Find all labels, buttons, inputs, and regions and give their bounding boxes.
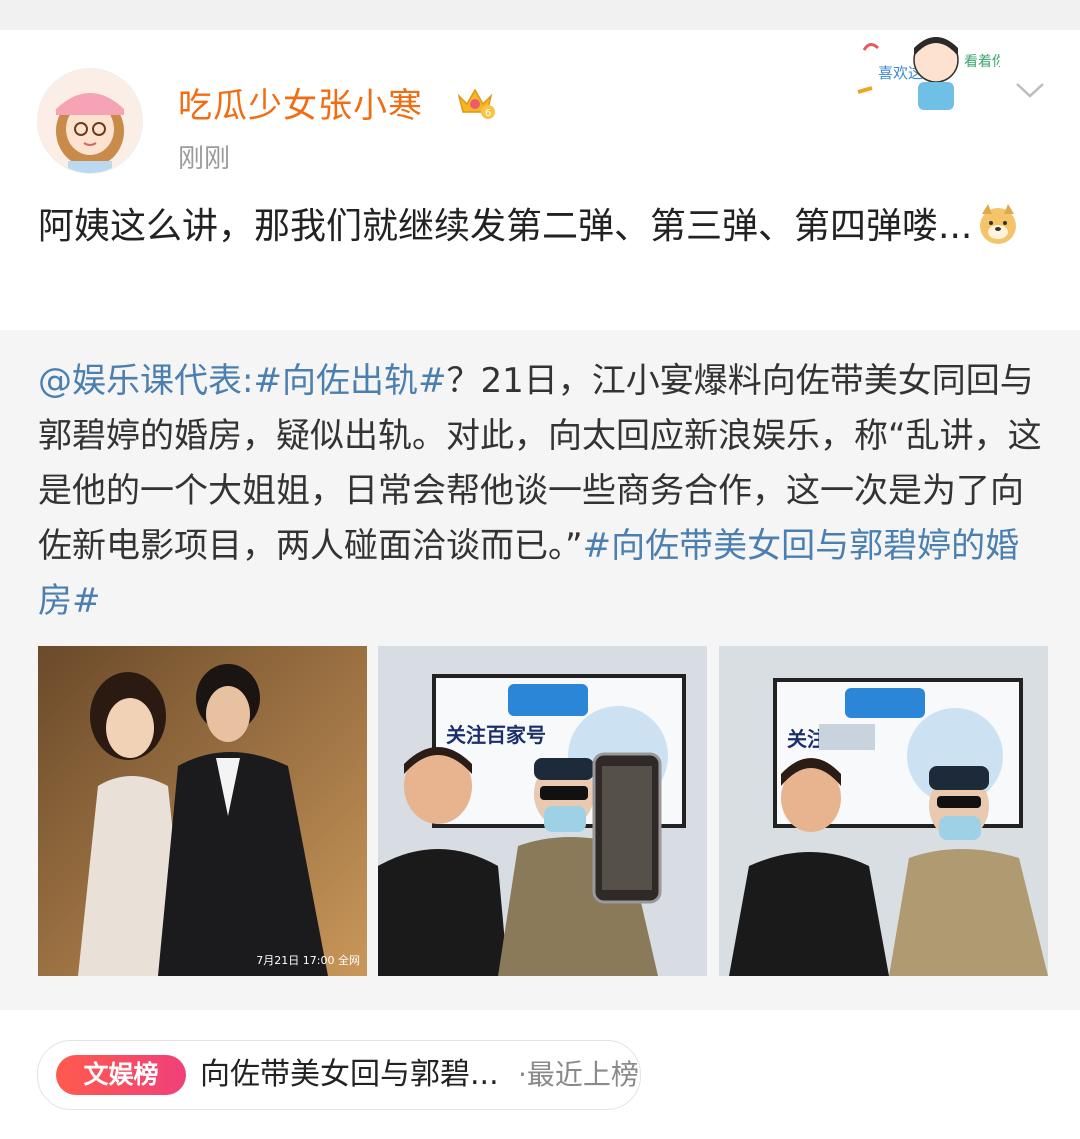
avatar-pendant-sticker[interactable]: 喜欢这样 看着你 xyxy=(852,30,1006,120)
sticker-right-text: 看着你 xyxy=(964,54,1000,70)
image-grid: 7月21日 17:00 全网 关注百家号 关注 xyxy=(38,646,1048,976)
post-image-2[interactable]: 关注百家号 xyxy=(378,646,707,976)
top-bar xyxy=(0,0,1080,31)
trend-meta: ·最近上榜 xyxy=(518,1058,639,1091)
mention-link[interactable]: @娱乐课代表 xyxy=(38,361,242,401)
post-body: 阿姨这么讲，那我们就继续发第二弹、第三弹、第四弹喽... xyxy=(38,206,973,247)
doge-emoji-icon xyxy=(976,202,1020,246)
chevron-down-icon[interactable] xyxy=(1014,78,1046,102)
vip-level: 6 xyxy=(485,108,491,119)
post-time: 刚刚 xyxy=(178,144,231,174)
username[interactable]: 吃瓜少女张小寒 xyxy=(178,78,423,127)
repost-card[interactable]: @娱乐课代表:#向佐出轨#？21日，江小宴爆料向佐带美女同回与郭碧婷的婚房，疑似… xyxy=(0,330,1080,1010)
post-footer: 文娱榜 向佐带美女回与郭碧... ·最近上榜 xyxy=(0,1010,1080,1139)
post-image-1[interactable]: 7月21日 17:00 全网 xyxy=(38,646,367,976)
mention-colon: : xyxy=(242,361,254,401)
trending-topic-pill[interactable]: 文娱榜 向佐带美女回与郭碧... ·最近上榜 xyxy=(37,1040,641,1110)
repost-text: @娱乐课代表:#向佐出轨#？21日，江小宴爆料向佐带美女同回与郭碧婷的婚房，疑似… xyxy=(38,354,1048,629)
trend-title: 向佐带美女回与郭碧... xyxy=(200,1057,499,1092)
avatar[interactable] xyxy=(37,68,143,174)
trend-badge: 文娱榜 xyxy=(56,1055,186,1095)
hashtag-link[interactable]: #向佐出轨# xyxy=(253,361,446,401)
image-timestamp: 7月21日 17:00 全网 xyxy=(256,953,360,967)
post-image-3[interactable]: 关注 xyxy=(719,646,1048,976)
vip-crown-icon[interactable]: 6 xyxy=(455,82,495,120)
screen-text: 关注百家号 xyxy=(446,723,546,747)
post-text: 阿姨这么讲，那我们就继续发第二弹、第三弹、第四弹喽... xyxy=(38,198,1038,256)
